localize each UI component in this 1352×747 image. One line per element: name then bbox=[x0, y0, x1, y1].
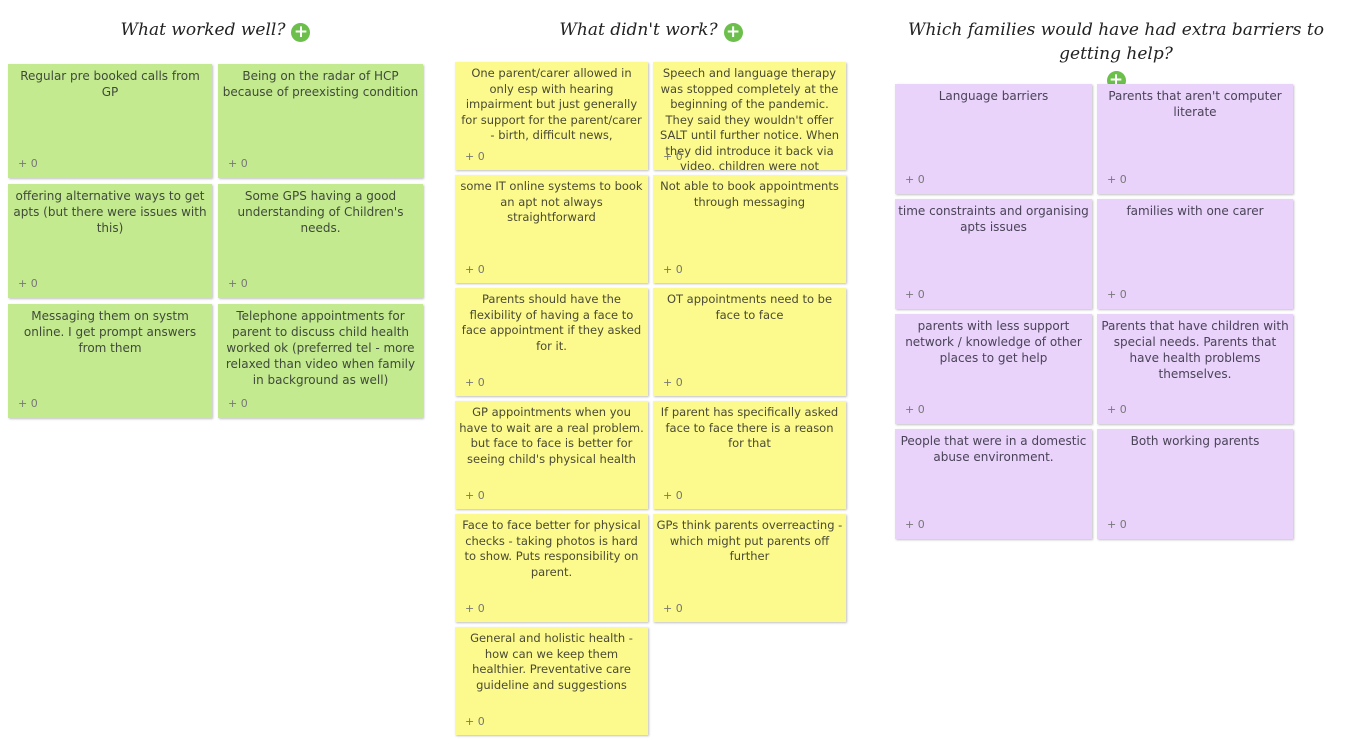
sticky-note[interactable]: If parent has specifically asked face to… bbox=[653, 401, 846, 509]
sticky-note[interactable]: Language barriers + 0 bbox=[895, 84, 1092, 194]
sticky-note[interactable]: Telephone appointments for parent to dis… bbox=[218, 304, 423, 418]
sticky-note[interactable]: Parents should have the flexibility of h… bbox=[455, 288, 648, 396]
note-text: Language barriers bbox=[938, 89, 1049, 103]
vote-count[interactable]: + 0 bbox=[1107, 517, 1127, 533]
vote-count[interactable]: + 0 bbox=[18, 156, 38, 172]
note-text: some IT online systems to book an apt no… bbox=[460, 179, 643, 224]
sticky-note[interactable]: some IT online systems to book an apt no… bbox=[455, 175, 648, 283]
vote-count[interactable]: + 0 bbox=[228, 156, 248, 172]
vote-count[interactable]: + 0 bbox=[1107, 172, 1127, 188]
note-text: time constraints and organising apts iss… bbox=[898, 204, 1089, 234]
note-text: Face to face better for physical checks … bbox=[462, 518, 641, 579]
note-text: parents with less support network / know… bbox=[905, 319, 1082, 365]
note-text: Both working parents bbox=[1130, 434, 1260, 448]
sticky-note[interactable]: Face to face better for physical checks … bbox=[455, 514, 648, 622]
note-text: Telephone appointments for parent to dis… bbox=[225, 309, 416, 387]
sticky-note[interactable]: parents with less support network / know… bbox=[895, 314, 1092, 424]
sticky-note[interactable]: Messaging them on systm online. I get pr… bbox=[8, 304, 212, 418]
note-text: Not able to book appointments through me… bbox=[660, 179, 839, 209]
vote-count[interactable]: + 0 bbox=[465, 149, 485, 165]
vote-count[interactable]: + 0 bbox=[905, 402, 925, 418]
vote-count[interactable]: + 0 bbox=[905, 287, 925, 303]
vote-count[interactable]: + 0 bbox=[663, 601, 683, 617]
sticky-note[interactable]: One parent/carer allowed in only esp wit… bbox=[455, 62, 648, 170]
sticky-note[interactable]: families with one carer + 0 bbox=[1097, 199, 1293, 309]
note-text: Being on the radar of HCP because of pre… bbox=[222, 69, 419, 99]
sticky-note[interactable]: People that were in a domestic abuse env… bbox=[895, 429, 1092, 539]
sticky-note[interactable]: GP appointments when you have to wait ar… bbox=[455, 401, 648, 509]
vote-count[interactable]: + 0 bbox=[905, 517, 925, 533]
note-text: One parent/carer allowed in only esp wit… bbox=[461, 66, 642, 142]
sticky-note[interactable]: GPs think parents overreacting - which m… bbox=[653, 514, 846, 622]
sticky-note[interactable]: OT appointments need to be face to face … bbox=[653, 288, 846, 396]
note-text: OT appointments need to be face to face bbox=[666, 292, 833, 322]
sticky-note[interactable]: Some GPS having a good understanding of … bbox=[218, 184, 423, 298]
sticky-note[interactable]: Speech and language therapy was stopped … bbox=[653, 62, 846, 170]
sticky-note[interactable]: Not able to book appointments through me… bbox=[653, 175, 846, 283]
column-header-barriers: Which families would have had extra barr… bbox=[880, 18, 1352, 90]
note-text: People that were in a domestic abuse env… bbox=[900, 434, 1087, 464]
sticky-note[interactable]: Both working parents + 0 bbox=[1097, 429, 1293, 539]
vote-count[interactable]: + 0 bbox=[465, 601, 485, 617]
vote-count[interactable]: + 0 bbox=[663, 262, 683, 278]
note-text: Messaging them on systm online. I get pr… bbox=[23, 309, 197, 355]
note-text: Parents that aren't computer literate bbox=[1108, 89, 1282, 119]
add-note-icon[interactable]: + bbox=[723, 23, 743, 42]
add-note-icon[interactable]: + bbox=[291, 23, 311, 42]
note-text: Regular pre booked calls from GP bbox=[20, 69, 200, 99]
column-title: What didn't work? bbox=[559, 20, 718, 40]
sticky-note[interactable]: Parents that aren't computer literate + … bbox=[1097, 84, 1293, 194]
note-text: GP appointments when you have to wait ar… bbox=[459, 405, 644, 466]
vote-count[interactable]: + 0 bbox=[1107, 287, 1127, 303]
note-text: families with one carer bbox=[1126, 204, 1264, 218]
vote-count[interactable]: + 0 bbox=[228, 396, 248, 412]
vote-count[interactable]: + 0 bbox=[465, 375, 485, 391]
note-text: Some GPS having a good understanding of … bbox=[237, 189, 404, 235]
vote-count[interactable]: + 0 bbox=[18, 396, 38, 412]
vote-count[interactable]: + 0 bbox=[18, 276, 38, 292]
sticky-note[interactable]: General and holistic health - how can we… bbox=[455, 627, 648, 735]
vote-count[interactable]: + 0 bbox=[1107, 402, 1127, 418]
note-text: GPs think parents overreacting - which m… bbox=[656, 518, 843, 563]
vote-count[interactable]: + 0 bbox=[663, 375, 683, 391]
sticky-note[interactable]: offering alternative ways to get apts (b… bbox=[8, 184, 212, 298]
vote-count[interactable]: + 0 bbox=[465, 714, 485, 730]
vote-count[interactable]: + 0 bbox=[465, 488, 485, 504]
sticky-note[interactable]: time constraints and organising apts iss… bbox=[895, 199, 1092, 309]
note-text: If parent has specifically asked face to… bbox=[660, 405, 839, 450]
column-title: Which families would have had extra barr… bbox=[908, 20, 1324, 64]
note-text: Parents that have children with special … bbox=[1101, 319, 1289, 381]
sticky-note[interactable]: Parents that have children with special … bbox=[1097, 314, 1293, 424]
vote-count[interactable]: + 0 bbox=[905, 172, 925, 188]
vote-count[interactable]: + 0 bbox=[663, 488, 683, 504]
sticky-note[interactable]: Being on the radar of HCP because of pre… bbox=[218, 64, 423, 178]
note-text: General and holistic health - how can we… bbox=[470, 631, 633, 692]
column-header-worked-well: What worked well? + bbox=[8, 18, 423, 42]
vote-count[interactable]: + 0 bbox=[663, 149, 683, 165]
vote-count[interactable]: + 0 bbox=[465, 262, 485, 278]
note-text: Parents should have the flexibility of h… bbox=[461, 292, 642, 353]
sticky-note[interactable]: Regular pre booked calls from GP + 0 bbox=[8, 64, 212, 178]
note-text: offering alternative ways to get apts (b… bbox=[13, 189, 207, 235]
vote-count[interactable]: + 0 bbox=[228, 276, 248, 292]
column-header-didnt-work: What didn't work? + bbox=[455, 18, 847, 42]
note-text: Speech and language therapy was stopped … bbox=[659, 66, 840, 170]
column-title: What worked well? bbox=[120, 20, 286, 40]
